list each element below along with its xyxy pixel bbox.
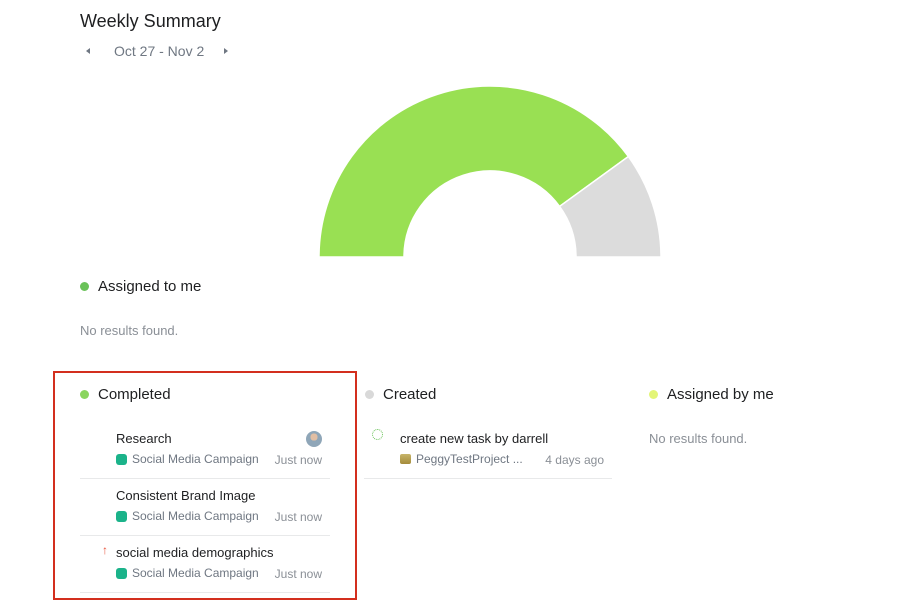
caret-right-icon: [224, 48, 229, 54]
task-project[interactable]: Social Media Campaign: [116, 452, 259, 466]
project-name: Social Media Campaign: [132, 509, 259, 523]
task-timestamp: Just now: [274, 567, 322, 581]
completion-gauge: [318, 86, 662, 258]
project-color-icon: [116, 453, 127, 465]
project-name: Social Media Campaign: [132, 566, 259, 580]
next-week-button[interactable]: [218, 41, 234, 61]
section-label: Assigned to me: [98, 278, 202, 295]
status-dot: [80, 282, 89, 291]
assigned-by-me-empty: No results found.: [649, 431, 748, 446]
created-header: Created: [365, 386, 436, 403]
status-dot: [365, 390, 374, 399]
status-dot: [80, 390, 89, 399]
task-project[interactable]: PeggyTestProject ...: [400, 452, 523, 466]
completed-task-row[interactable]: Research Social Media Campaign Just now: [80, 421, 330, 479]
task-name[interactable]: Consistent Brand Image: [116, 488, 255, 503]
priority-up-arrow-icon: ↑: [102, 543, 108, 557]
caret-left-icon: [86, 48, 90, 54]
task-timestamp: 4 days ago: [545, 453, 604, 467]
project-name: Social Media Campaign: [132, 452, 259, 466]
completed-header: Completed: [80, 386, 171, 403]
task-timestamp: Just now: [274, 453, 322, 467]
task-name[interactable]: create new task by darrell: [400, 431, 548, 446]
section-label: Completed: [98, 386, 171, 403]
assigned-to-me-empty: No results found.: [80, 323, 179, 338]
date-range: Oct 27 - Nov 2: [114, 43, 205, 59]
avatar[interactable]: [306, 431, 322, 447]
project-image-icon: [400, 454, 411, 464]
task-name[interactable]: social media demographics: [116, 545, 274, 560]
status-dot: [649, 390, 658, 399]
task-timestamp: Just now: [274, 510, 322, 524]
prev-week-button[interactable]: [80, 41, 96, 61]
date-navigator: Oct 27 - Nov 2: [80, 41, 234, 61]
task-project[interactable]: Social Media Campaign: [116, 509, 259, 523]
assigned-by-me-header: Assigned by me: [649, 386, 774, 403]
created-task-row[interactable]: create new task by darrell PeggyTestProj…: [364, 421, 612, 479]
section-label: Assigned by me: [667, 386, 774, 403]
project-color-icon: [116, 510, 127, 522]
completed-task-row[interactable]: Consistent Brand Image Social Media Camp…: [80, 478, 330, 536]
assigned-to-me-header: Assigned to me: [80, 278, 201, 295]
task-name[interactable]: Research: [116, 431, 172, 446]
completed-task-row[interactable]: ↑ social media demographics Social Media…: [80, 535, 330, 593]
project-name: PeggyTestProject ...: [416, 452, 523, 466]
in-progress-spinner-icon: [372, 429, 383, 440]
page-title: Weekly Summary: [80, 11, 221, 31]
project-color-icon: [116, 567, 127, 579]
section-label: Created: [383, 386, 437, 403]
task-project[interactable]: Social Media Campaign: [116, 566, 259, 580]
